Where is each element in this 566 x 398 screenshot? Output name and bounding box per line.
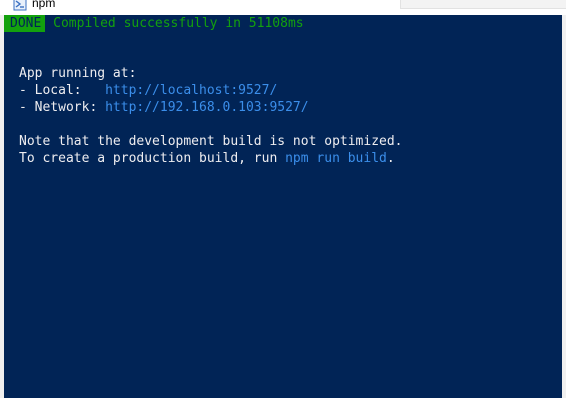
console-output[interactable]: DONE Compiled successfully in 51108ms Ap… [4, 15, 562, 398]
title-bar[interactable]: npm [0, 0, 566, 15]
network-label: - Network: [19, 100, 106, 115]
production-suffix: . [386, 151, 395, 166]
window-title: npm [32, 0, 56, 10]
status-line: DONE Compiled successfully in 51108ms [4, 15, 304, 32]
done-badge: DONE [4, 15, 46, 32]
local-label: - Local: [19, 83, 106, 98]
background-tab[interactable] [400, 0, 566, 9]
note-line: Note that the development build is not o… [19, 134, 403, 149]
production-prefix: To create a production build, run [19, 151, 286, 166]
network-url: http://192.168.0.103:9527/ [105, 100, 309, 115]
network-line: - Network: http://192.168.0.103:9527/ [4, 99, 309, 116]
production-command: npm run build [285, 151, 387, 166]
terminal-window: npm DONE Compiled successfully in 51108m… [0, 0, 566, 398]
powershell-icon [13, 0, 27, 11]
compiled-message: Compiled successfully in 51108ms [45, 16, 304, 31]
local-url: http://localhost:9527/ [105, 83, 278, 98]
local-line: - Local: http://localhost:9527/ [4, 82, 277, 99]
production-line: To create a production build, run npm ru… [4, 150, 395, 167]
scrollbar-track[interactable] [562, 15, 566, 398]
app-running-line: App running at: [19, 66, 137, 81]
